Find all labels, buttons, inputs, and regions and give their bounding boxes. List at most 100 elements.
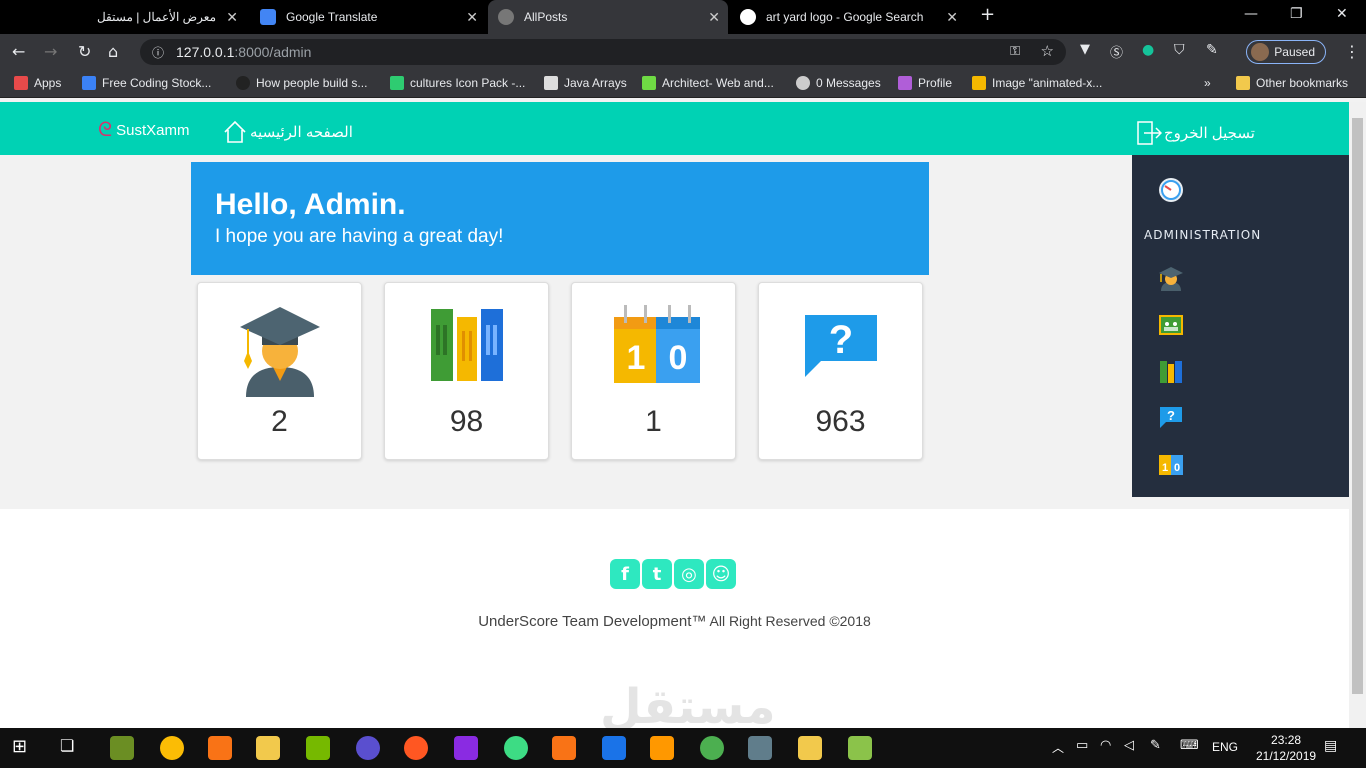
instagram-icon[interactable]: ◎ [674,559,704,589]
stat-card-students[interactable]: 2 [197,282,362,460]
phpstorm-icon[interactable] [454,736,478,760]
calendar-icon[interactable]: 10 [1158,450,1184,476]
menu-icon[interactable]: ⋮ [1344,42,1360,61]
sidebar-section-title: ADMINISTRATION [1144,228,1262,242]
system-clock[interactable]: 23:28 21/12/2019 [1256,732,1316,764]
android-studio-icon[interactable] [504,736,528,760]
bookmark-label: 0 Messages [816,76,881,90]
bookmark-cultures[interactable]: cultures Icon Pack -... [390,76,525,90]
classroom-icon[interactable] [1158,312,1184,338]
profile-button[interactable]: Paused [1246,40,1326,64]
back-icon[interactable]: ← [12,42,25,61]
logout-link[interactable]: تسجيل الخروج [1134,119,1255,147]
app-icon[interactable] [650,736,674,760]
bookmark-java-arrays[interactable]: Java Arrays [544,76,627,90]
reload-icon[interactable]: ↻ [78,42,91,61]
star-icon [972,76,986,90]
brand-link[interactable]: ᘓ SustXamm [98,119,189,142]
minimize-button[interactable]: — [1244,6,1258,22]
volume-icon[interactable]: ◁ [1124,738,1134,753]
tab-google-search[interactable]: art yard logo - Google Search ✕ [730,0,966,34]
grammarly-icon[interactable]: ● [1142,42,1154,58]
extension-v-icon[interactable]: ▼ [1080,42,1090,57]
twitter-icon[interactable]: t [642,559,672,589]
svg-text:0: 0 [1174,462,1180,474]
home-icon[interactable]: ⌂ [108,42,118,61]
restore-button[interactable]: ❐ [1290,6,1303,22]
webstorm-icon[interactable] [602,736,626,760]
lambda-app-icon[interactable] [110,736,134,760]
bookmarks-overflow-icon[interactable]: » [1204,76,1211,90]
bookmark-other[interactable]: Other bookmarks [1236,76,1348,90]
graduate-icon[interactable] [1158,265,1184,291]
bookmark-label: Free Coding Stock... [102,76,212,90]
folder-icon [1236,76,1250,90]
extension-s-icon[interactable]: Ⓢ [1110,42,1123,61]
star-icon[interactable]: ☆ [1041,42,1054,60]
language-indicator[interactable]: ENG [1212,740,1238,754]
keyboard-icon[interactable]: ⌨ [1180,738,1199,753]
chevron-up-icon[interactable]: ︿ [1052,739,1064,756]
folder-icon[interactable] [798,736,822,760]
xampp-icon[interactable] [208,736,232,760]
battery-icon[interactable]: ▭ [1076,738,1088,753]
banner-title: Hello, Admin. [215,188,406,221]
task-view-icon[interactable]: ❏ [60,736,84,760]
app-icon[interactable] [12,0,32,34]
stat-card-questions[interactable]: ? 963 [758,282,923,460]
github-icon [236,76,250,90]
file-explorer-icon[interactable] [256,736,280,760]
books-icon[interactable] [1158,358,1184,384]
bookmark-upwork[interactable]: Architect- Web and... [642,76,774,90]
scrollbar-thumb[interactable] [1352,118,1363,694]
nvidia-icon[interactable] [306,736,330,760]
stat-card-subjects[interactable]: 98 [384,282,549,460]
close-icon[interactable]: ✕ [946,9,958,26]
postman-icon[interactable] [404,736,428,760]
bookmark-free-coding[interactable]: Free Coding Stock... [82,76,211,90]
app-icon[interactable] [700,736,724,760]
app-icon[interactable] [356,736,380,760]
home-link[interactable]: الصفحه الرئيسيه [222,119,353,145]
forward-icon[interactable]: → [44,42,57,61]
app-icon[interactable] [748,736,772,760]
stat-card-calendar[interactable]: 1 0 1 [571,282,736,460]
app-icon[interactable] [848,736,872,760]
facebook-icon[interactable]: f [610,559,640,589]
info-icon[interactable]: ⓘ [152,44,164,61]
bookmark-github[interactable]: How people build s... [236,76,367,90]
close-window-button[interactable]: ✕ [1336,6,1348,22]
pen-icon[interactable]: ✎ [1150,738,1161,753]
close-icon[interactable]: ✕ [708,9,720,26]
admin-sidebar: ADMINISTRATION ? 10 [1132,155,1349,497]
bookmark-apps[interactable]: Apps [14,76,61,90]
chrome-icon[interactable] [160,736,184,760]
notifications-icon[interactable]: ▤ [1324,738,1337,754]
google-icon [740,9,756,25]
dashboard-icon[interactable] [1158,177,1184,203]
page-scrollbar[interactable] [1349,102,1366,728]
close-icon[interactable]: ✕ [466,9,478,26]
avatar [1251,43,1269,61]
address-bar[interactable]: ⓘ 127.0.0.1:8000/admin ⚿ ☆ [140,39,1066,65]
snapchat-icon[interactable]: ☺ [706,559,736,589]
extension-pen-icon[interactable]: ✎ [1206,42,1218,58]
tab-allposts[interactable]: AllPosts ✕ [488,0,728,34]
powerpoint-icon[interactable] [552,736,576,760]
tab-mostaql[interactable]: معرض الأعمال | مستقل ✕ [40,0,246,34]
close-icon[interactable]: ✕ [226,9,238,26]
tab-google-translate[interactable]: Google Translate ✕ [250,0,486,34]
wifi-icon[interactable]: ◠ [1100,738,1111,753]
bookmark-image[interactable]: Image "animated-x... [972,76,1102,90]
profile-icon [898,76,912,90]
question-icon: ? [805,315,877,377]
shield-icon[interactable]: ⛉ [1174,42,1185,58]
windows-start-icon[interactable]: ⊞ [12,736,36,760]
bookmark-messages[interactable]: 0 Messages [796,76,881,90]
books-icon [431,309,503,381]
bookmark-profile[interactable]: Profile [898,76,952,90]
question-icon[interactable]: ? [1158,404,1184,430]
key-icon[interactable]: ⚿ [1010,43,1020,59]
browser-toolbar: ← → ↻ ⌂ ⓘ 127.0.0.1:8000/admin ⚿ ☆ ▼ Ⓢ ●… [0,34,1366,70]
new-tab-button[interactable]: + [980,4,995,25]
